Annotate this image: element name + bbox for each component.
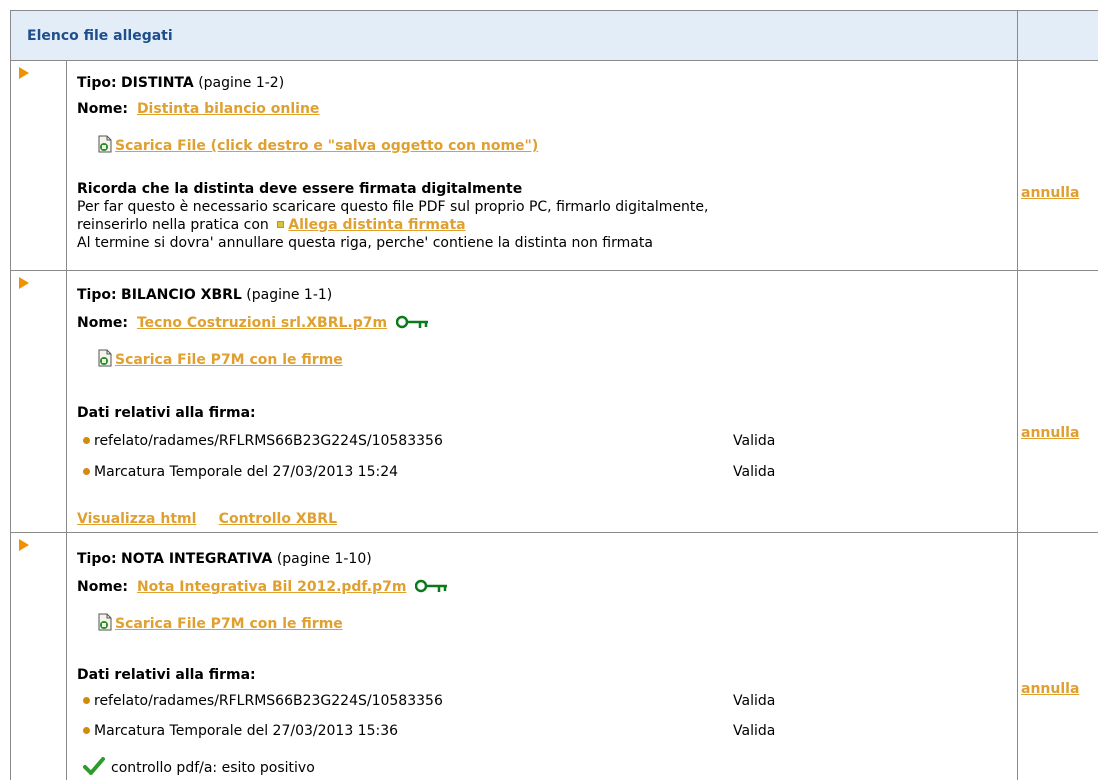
note-title: Ricorda che la distinta deve essere firm… — [77, 181, 523, 197]
table-header: Elenco file allegati — [11, 11, 1098, 61]
key-icon — [414, 579, 449, 597]
tipo-value: DISTINTA — [121, 75, 194, 91]
firma-text: refelato/radames/RFLRMS66B23G224S/105833… — [94, 693, 443, 709]
download-file-link[interactable]: Scarica File P7M con le firme — [115, 616, 343, 632]
note-line-3: Al termine si dovra' annullare questa ri… — [77, 235, 653, 251]
table-row: Tipo: DISTINTA (pagine 1-2) Nome: Distin… — [11, 61, 1098, 271]
firma-title: Dati relativi alla firma: — [77, 667, 256, 683]
pdfa-check-line: controllo pdf/a: esito positivo — [83, 757, 315, 779]
action-cell — [1017, 533, 1098, 780]
firma-status: Valida — [733, 464, 776, 480]
bullet-icon — [83, 697, 90, 704]
table-row: Tipo: BILANCIO XBRL (pagine 1-1) Nome: T… — [11, 271, 1098, 533]
tipo-label: Tipo: — [77, 75, 117, 91]
pdfa-check-text: controllo pdf/a: esito positivo — [111, 760, 315, 776]
allega-distinta-link[interactable]: Allega distinta firmata — [288, 217, 465, 233]
download-line: Scarica File (click destro e "salva ogge… — [97, 135, 538, 154]
tipo-line: Tipo: NOTA INTEGRATIVA (pagine 1-10) — [77, 551, 372, 567]
note-line-2: reinserirlo nella pratica con Allega dis… — [77, 217, 466, 233]
annulla-link[interactable]: annulla — [1021, 681, 1079, 697]
nome-label: Nome: — [77, 101, 129, 117]
firma-text: Marcatura Temporale del 27/03/2013 15:24 — [94, 464, 399, 480]
row-links: Visualizza html Controllo XBRL — [77, 511, 337, 527]
note-line-1: Per far questo è necessario scaricare qu… — [77, 199, 709, 215]
checkmark-icon — [83, 757, 105, 779]
nome-label: Nome: — [77, 315, 129, 331]
bullet-icon — [83, 468, 90, 475]
attachments-table: Elenco file allegati Tipo: DISTINTA (pag… — [10, 10, 1098, 780]
expand-arrow-icon[interactable] — [19, 277, 29, 289]
firma-status: Valida — [733, 693, 776, 709]
header-divider — [1017, 11, 1018, 61]
pagine-text: (pagine 1-10) — [276, 551, 372, 567]
nome-line: Nome: Tecno Costruzioni srl.XBRL.p7m — [77, 315, 430, 333]
download-line: Scarica File P7M con le firme — [97, 349, 343, 368]
pagine-text: (pagine 1-2) — [198, 75, 285, 91]
firma-status: Valida — [733, 723, 776, 739]
file-name-link[interactable]: Tecno Costruzioni srl.XBRL.p7m — [137, 315, 387, 331]
row-marker-cell — [11, 271, 67, 532]
attach-icon — [277, 221, 285, 228]
firma-item: refelato/radames/RFLRMS66B23G224S/105833… — [83, 433, 443, 449]
note-line-2-text: reinserirlo nella pratica con — [77, 217, 269, 233]
annulla-link[interactable]: annulla — [1021, 425, 1079, 441]
row-marker-cell — [11, 61, 67, 270]
table-title: Elenco file allegati — [27, 28, 173, 44]
firma-item: refelato/radames/RFLRMS66B23G224S/105833… — [83, 693, 443, 709]
download-file-link[interactable]: Scarica File (click destro e "salva ogge… — [115, 138, 538, 154]
download-file-link[interactable]: Scarica File P7M con le firme — [115, 352, 343, 368]
visualizza-html-link[interactable]: Visualizza html — [77, 511, 196, 527]
expand-arrow-icon[interactable] — [19, 539, 29, 551]
document-icon — [97, 349, 113, 367]
firma-text: Marcatura Temporale del 27/03/2013 15:36 — [94, 723, 399, 739]
nome-line: Nome: Nota Integrativa Bil 2012.pdf.p7m — [77, 579, 449, 597]
file-name-link[interactable]: Distinta bilancio online — [137, 101, 320, 117]
document-icon — [97, 613, 113, 631]
table-row: Tipo: NOTA INTEGRATIVA (pagine 1-10) Nom… — [11, 533, 1098, 780]
tipo-label: Tipo: — [77, 287, 117, 303]
nome-line: Nome: Distinta bilancio online — [77, 101, 319, 117]
download-line: Scarica File P7M con le firme — [97, 613, 343, 632]
action-cell — [1017, 61, 1098, 270]
annulla-link[interactable]: annulla — [1021, 185, 1079, 201]
file-name-link[interactable]: Nota Integrativa Bil 2012.pdf.p7m — [137, 579, 407, 595]
tipo-line: Tipo: DISTINTA (pagine 1-2) — [77, 75, 284, 91]
firma-item: Marcatura Temporale del 27/03/2013 15:36 — [83, 723, 398, 739]
tipo-value: NOTA INTEGRATIVA — [121, 551, 273, 567]
key-icon — [395, 315, 430, 333]
tipo-line: Tipo: BILANCIO XBRL (pagine 1-1) — [77, 287, 332, 303]
nome-label: Nome: — [77, 579, 129, 595]
tipo-label: Tipo: — [77, 551, 117, 567]
tipo-value: BILANCIO XBRL — [121, 287, 242, 303]
firma-status: Valida — [733, 433, 776, 449]
row-marker-cell — [11, 533, 67, 780]
bullet-icon — [83, 727, 90, 734]
document-icon — [97, 135, 113, 153]
action-cell — [1017, 271, 1098, 532]
firma-item: Marcatura Temporale del 27/03/2013 15:24 — [83, 464, 398, 480]
bullet-icon — [83, 437, 90, 444]
firma-title: Dati relativi alla firma: — [77, 405, 256, 421]
expand-arrow-icon[interactable] — [19, 67, 29, 79]
pagine-text: (pagine 1-1) — [246, 287, 333, 303]
firma-text: refelato/radames/RFLRMS66B23G224S/105833… — [94, 433, 443, 449]
controllo-xbrl-link[interactable]: Controllo XBRL — [219, 511, 337, 527]
